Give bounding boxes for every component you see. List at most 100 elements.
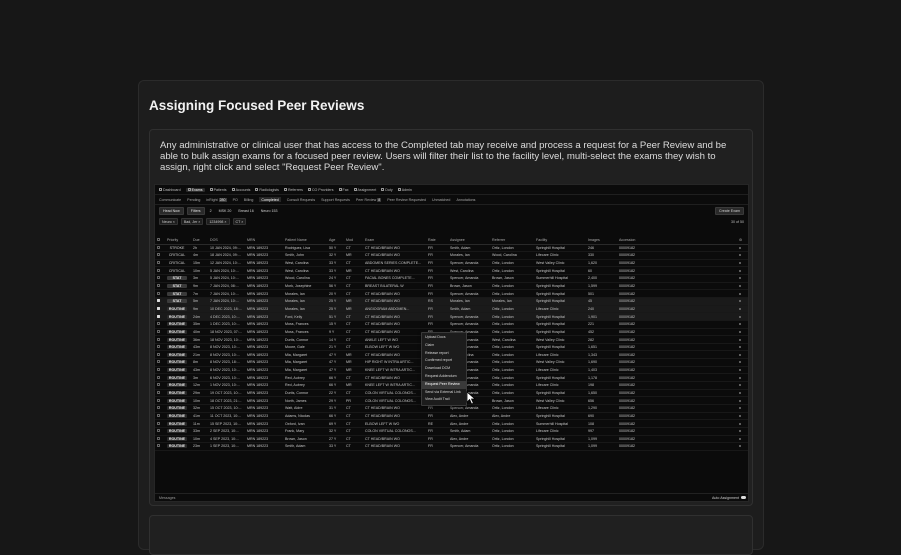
column-header[interactable]: Mod <box>344 236 363 245</box>
row-actions-cell[interactable] <box>737 412 748 421</box>
filters-button[interactable]: Filters <box>186 207 205 215</box>
table-row[interactable]: CRITICAL 10m 5 JAN 2024, 10:... MRN 189223 W… <box>155 266 748 276</box>
table-row[interactable]: ROUTINE 11m 15 SEP 2023, 10:... MRN 189223 O… <box>155 419 748 428</box>
tab-peer-review[interactable]: Peer Review 8 <box>356 197 382 202</box>
row-actions-cell[interactable] <box>737 396 748 405</box>
column-header[interactable]: Rate <box>426 236 448 245</box>
menu-item-request-addendum[interactable]: Request Addendum <box>422 373 466 381</box>
row-checkbox-cell[interactable] <box>155 435 165 444</box>
row-menu-icon[interactable] <box>739 353 741 356</box>
filter-chip[interactable]: 1234998 × <box>206 218 230 225</box>
row-checkbox-cell[interactable] <box>155 274 165 283</box>
row-actions-cell[interactable] <box>737 244 748 253</box>
row-checkbox-cell[interactable] <box>155 266 165 276</box>
row-menu-icon[interactable] <box>739 346 741 349</box>
row-menu-icon[interactable] <box>739 330 741 333</box>
row-menu-icon[interactable] <box>739 254 741 257</box>
row-checkbox[interactable] <box>157 375 160 379</box>
row-menu-icon[interactable] <box>739 338 741 341</box>
row-checkbox[interactable] <box>157 245 160 249</box>
row-actions-cell[interactable] <box>737 442 748 451</box>
row-checkbox-cell[interactable] <box>155 343 165 352</box>
column-header[interactable]: Referrer <box>490 236 534 245</box>
row-menu-icon[interactable] <box>739 246 741 249</box>
filter-chip[interactable]: CT × <box>232 218 247 225</box>
row-menu-icon[interactable] <box>739 300 741 303</box>
row-menu-icon[interactable] <box>739 422 741 425</box>
tab-communicate[interactable]: Communicate <box>159 198 181 202</box>
row-checkbox-cell[interactable] <box>155 244 165 253</box>
row-actions-cell[interactable] <box>737 381 748 390</box>
row-menu-icon[interactable] <box>739 315 741 318</box>
tab-consult-requests[interactable]: Consult Requests <box>287 198 315 202</box>
row-actions-cell[interactable] <box>737 312 748 321</box>
column-header[interactable]: Priority <box>165 236 191 245</box>
toolbar-chip[interactable]: 2 <box>208 208 214 214</box>
nav-item-exams[interactable]: Exams <box>185 187 205 192</box>
row-checkbox-cell[interactable] <box>155 297 165 306</box>
row-menu-icon[interactable] <box>739 361 741 364</box>
row-checkbox[interactable] <box>157 413 160 417</box>
row-checkbox[interactable] <box>157 398 160 402</box>
tab-po[interactable]: PO <box>233 198 238 202</box>
row-checkbox-cell[interactable] <box>155 259 165 268</box>
select-all-checkbox[interactable] <box>157 237 160 241</box>
toggle-switch-icon[interactable] <box>741 496 746 499</box>
table-row[interactable]: CRITICAL 4m 18 JAN 2024, 09:... MRN 189223 S… <box>155 251 748 260</box>
row-checkbox-cell[interactable] <box>155 404 165 413</box>
close-icon[interactable]: × <box>197 220 200 224</box>
table-row[interactable]: ROUTINE 41m 11 OCT 2023, 10:... MRN 189223 A… <box>155 412 748 421</box>
row-actions-cell[interactable] <box>737 305 748 314</box>
row-actions-cell[interactable] <box>737 404 748 413</box>
row-checkbox-cell[interactable] <box>155 282 165 291</box>
menu-item-confirmed-report[interactable]: Confirmed report <box>422 357 466 365</box>
row-actions-cell[interactable] <box>737 266 748 276</box>
row-checkbox[interactable] <box>157 261 160 265</box>
nav-item-accounts[interactable]: Accounts <box>231 188 250 192</box>
row-menu-icon[interactable] <box>739 391 741 394</box>
row-checkbox-cell[interactable] <box>155 396 165 405</box>
menu-item-send-via-external-link[interactable]: Send via External Link <box>422 389 466 397</box>
table-row[interactable]: ROUTINE 33m 2 SEP 2023, 10:... MRN 189223 Fr… <box>155 427 748 436</box>
row-actions-cell[interactable] <box>737 427 748 436</box>
column-header[interactable]: Images <box>586 236 617 245</box>
row-menu-icon[interactable] <box>739 323 741 326</box>
table-row[interactable]: CRITICAL 15m 12 JAN 2024, 10:... MRN 189223… <box>155 259 748 268</box>
row-checkbox[interactable] <box>157 421 160 425</box>
tab-annotations[interactable]: Annotations <box>456 198 475 202</box>
row-checkbox[interactable] <box>157 368 160 372</box>
row-actions-cell[interactable] <box>737 282 748 291</box>
row-checkbox-cell[interactable] <box>155 412 165 421</box>
row-checkbox[interactable] <box>157 429 160 433</box>
row-checkbox[interactable] <box>157 299 160 303</box>
row-checkbox[interactable] <box>157 329 160 333</box>
row-checkbox[interactable] <box>157 352 160 356</box>
nav-item-co-providers[interactable]: CO Providers <box>307 188 334 192</box>
nav-item-admin[interactable]: Admin <box>397 188 412 192</box>
create-exam-button[interactable]: Create Exam <box>715 207 744 215</box>
row-actions-cell[interactable] <box>737 259 748 268</box>
row-menu-icon[interactable] <box>739 430 741 433</box>
nav-item-patients[interactable]: Patients <box>209 188 227 192</box>
nav-item-referrers[interactable]: Referrers <box>283 188 303 192</box>
row-menu-icon[interactable] <box>739 445 741 448</box>
table-row[interactable]: ROUTINE 35m 1 DEC 2023, 10:... MRN 189223 Mo… <box>155 320 748 329</box>
column-header[interactable]: Exam <box>363 236 426 245</box>
column-header[interactable]: ⚙ <box>737 236 748 245</box>
row-actions-cell[interactable] <box>737 251 748 260</box>
row-checkbox[interactable] <box>157 314 160 318</box>
row-checkbox[interactable] <box>157 360 160 364</box>
messages-label[interactable]: Messages <box>159 496 175 500</box>
column-header[interactable]: Patient Name <box>283 236 327 245</box>
row-checkbox[interactable] <box>157 276 160 280</box>
row-menu-icon[interactable] <box>739 269 741 272</box>
filter-chip[interactable]: Bad, Jer × <box>180 218 204 225</box>
tab-inright[interactable]: inRight 280 <box>206 197 227 202</box>
close-icon[interactable]: × <box>223 220 226 224</box>
row-actions-cell[interactable] <box>737 335 748 344</box>
row-checkbox-cell[interactable] <box>155 389 165 398</box>
row-checkbox-cell[interactable] <box>155 312 165 321</box>
row-checkbox-cell[interactable] <box>155 419 165 428</box>
tab-billing[interactable]: Billing <box>244 198 254 202</box>
row-checkbox[interactable] <box>157 345 160 349</box>
